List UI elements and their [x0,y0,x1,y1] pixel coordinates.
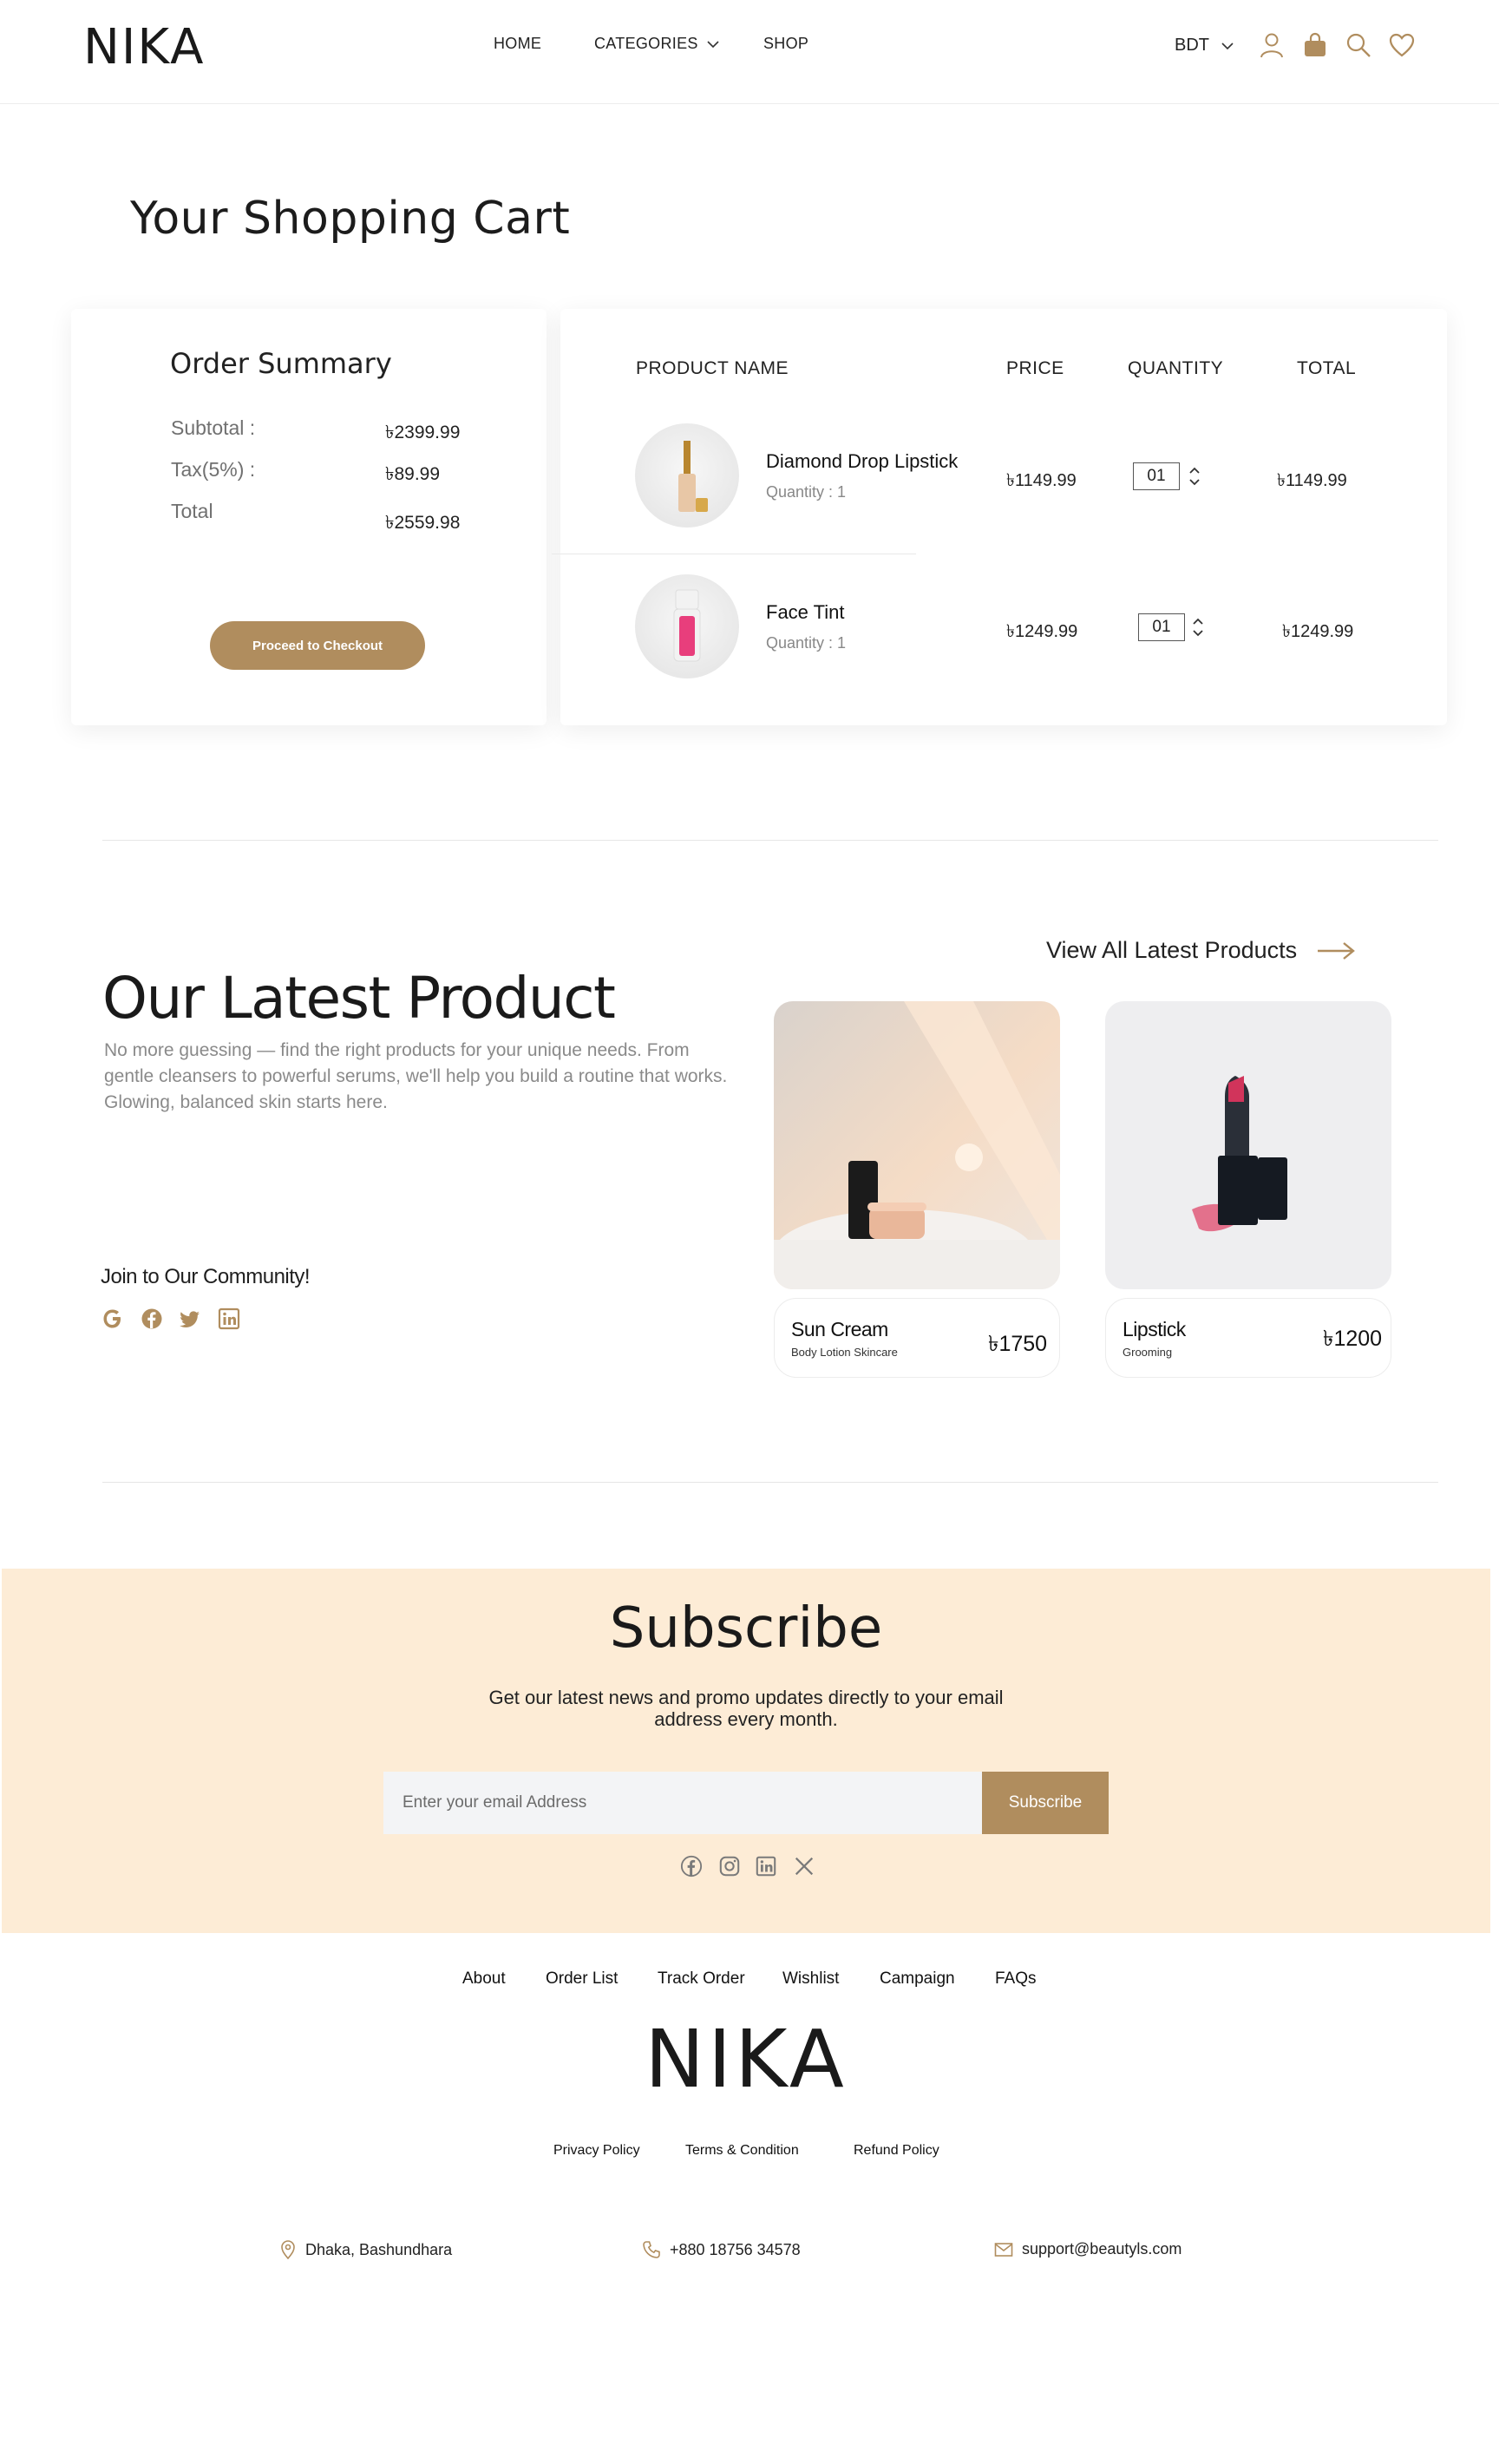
product-image-lipstick[interactable] [1105,1001,1391,1289]
product-thumbnail[interactable] [635,574,739,678]
facebook-icon[interactable] [140,1307,164,1331]
mail-icon [994,2242,1013,2257]
quantity-input[interactable]: 01 [1138,613,1185,641]
subscribe-description: Get our latest news and promo updates di… [488,1687,1004,1730]
currency-label: BDT [1175,36,1209,55]
product-card-category: Grooming [1123,1346,1173,1359]
location-pin-icon [281,2240,295,2259]
linkedin-icon[interactable] [755,1855,777,1877]
subtotal-label: Subtotal : [171,416,256,439]
header-product-name: PRODUCT NAME [636,358,789,378]
footer-link-campaign[interactable]: Campaign [880,1969,955,1989]
header-total: TOTAL [1297,358,1357,378]
latest-product-title: Our Latest Product [102,965,616,1032]
phone-text: +880 18756 34578 [670,2240,801,2258]
page-title: Your Shopping Cart [130,193,571,245]
user-icon[interactable] [1258,31,1286,59]
cart-item-name[interactable]: Diamond Drop Lipstick [766,450,958,473]
header-quantity: QUANTITY [1128,358,1224,378]
nav-home[interactable]: HOME [494,35,541,53]
cart-item-total: ৳1149.99 [1277,471,1347,490]
cart-item-price: ৳1149.99 [1006,471,1077,490]
cart-item-name[interactable]: Face Tint [766,601,844,624]
instagram-icon[interactable] [718,1855,741,1877]
lipstick-bottle-image [678,441,708,512]
refund-policy-link[interactable]: Refund Policy [854,2143,939,2159]
footer-link-order-list[interactable]: Order List [546,1969,618,1989]
section-divider [102,840,1438,841]
product-card-name: Lipstick [1123,1318,1186,1340]
footer-link-wishlist[interactable]: Wishlist [782,1969,839,1989]
nav-categories[interactable]: CATEGORIES [594,35,719,53]
footer-link-track-order[interactable]: Track Order [658,1969,745,1989]
heart-icon[interactable] [1388,31,1416,59]
quantity-stepper[interactable] [1190,613,1206,641]
product-card-price: ৳1200 [1323,1327,1383,1351]
address-text: Dhaka, Bashundhara [305,2240,453,2258]
chevron-down-icon [707,40,719,48]
phone-icon [643,2241,660,2258]
brand-logo[interactable]: NIKA [83,19,205,75]
view-all-label: View All Latest Products [1046,937,1298,963]
tax-value: ৳89.99 [385,464,441,484]
section-divider [102,1482,1438,1483]
product-card-name: Sun Cream [791,1318,888,1340]
terms-condition-link[interactable]: Terms & Condition [685,2143,799,2159]
product-thumbnail[interactable] [635,423,739,528]
arrow-right-icon [1318,941,1356,960]
product-card-price: ৳1750 [988,1332,1048,1356]
twitter-icon[interactable] [178,1307,202,1331]
email-text: support@beautyls.com [1022,2240,1182,2258]
total-value: ৳2559.98 [385,513,461,533]
cart-item-qty-label: Quantity : 1 [766,634,847,652]
product-card-sun-cream[interactable]: Sun Cream Body Lotion Skincare ৳1750 [774,1298,1060,1378]
proceed-to-checkout-button[interactable]: Proceed to Checkout [210,621,425,670]
google-icon[interactable] [101,1307,125,1331]
latest-product-description: No more guessing — find the right produc… [104,1040,728,1112]
quantity-stepper[interactable] [1187,462,1202,490]
order-summary-title: Order Summary [170,347,392,380]
subscribe-title: Subscribe [609,1596,883,1661]
privacy-policy-link[interactable]: Privacy Policy [553,2143,640,2159]
contact-email[interactable]: support@beautyls.com [994,2240,1182,2258]
search-icon[interactable] [1345,31,1372,59]
subscribe-button[interactable]: Subscribe [982,1772,1109,1834]
email-field[interactable] [383,1772,982,1834]
quantity-input[interactable]: 01 [1133,462,1180,490]
footer-link-about[interactable]: About [462,1969,506,1989]
x-icon[interactable] [793,1855,815,1877]
subtotal-value: ৳2399.99 [385,423,461,442]
nav-categories-label: CATEGORIES [594,35,698,52]
header-price: PRICE [1006,358,1064,378]
contact-phone[interactable]: +880 18756 34578 [642,2240,801,2259]
face-tint-bottle-image [673,589,701,662]
bag-icon[interactable] [1301,31,1329,59]
cart-item-price: ৳1249.99 [1006,622,1078,641]
cart-item-total: ৳1249.99 [1282,622,1354,641]
view-all-latest-products-link[interactable]: View All Latest Products [1046,937,1356,964]
footer-logo[interactable]: NIKA [0,2013,1492,2106]
nav-shop-label: SHOP [763,35,809,52]
contact-address: Dhaka, Bashundhara [279,2240,452,2259]
currency-selector[interactable]: BDT [1175,36,1234,56]
tax-label: Tax(5%) : [171,458,256,481]
linkedin-icon[interactable] [217,1307,241,1331]
total-label: Total [171,500,213,522]
cart-item-qty-label: Quantity : 1 [766,483,847,501]
facebook-icon[interactable] [680,1855,703,1877]
product-card-lipstick[interactable]: Lipstick Grooming ৳1200 [1105,1298,1391,1378]
community-heading: Join to Our Community! [101,1265,311,1288]
footer-link-faqs[interactable]: FAQs [995,1969,1037,1989]
product-card-category: Body Lotion Skincare [791,1346,898,1359]
chevron-down-icon [1221,42,1234,49]
nav-home-label: HOME [494,35,542,52]
nav-shop[interactable]: SHOP [763,35,808,53]
product-image-sun-cream[interactable] [774,1001,1060,1289]
